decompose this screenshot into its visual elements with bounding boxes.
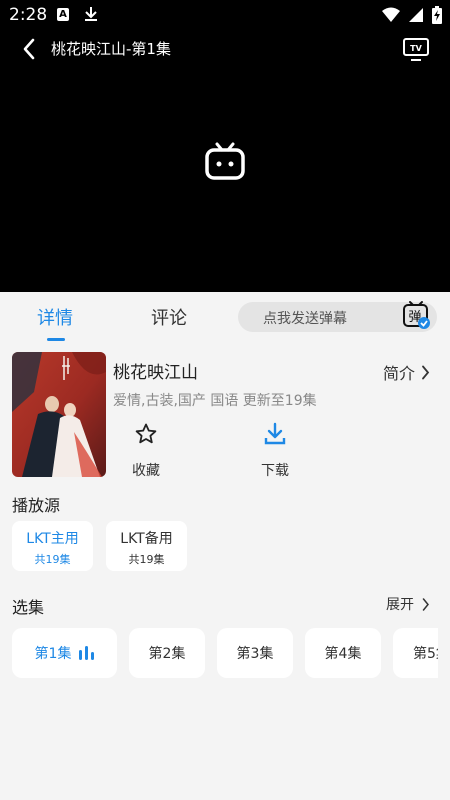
tv-icon-label: TV xyxy=(410,44,422,53)
cast-tv-button[interactable]: TV xyxy=(402,36,430,62)
episode-list[interactable]: 第1集 第2集 第3集 第4集 第5集 xyxy=(12,628,438,678)
active-tab-indicator xyxy=(47,338,65,341)
star-icon xyxy=(135,423,157,444)
status-bar: 2:28 A xyxy=(0,0,450,30)
favorite-button[interactable]: 收藏 xyxy=(126,422,166,480)
intro-label: 简介 xyxy=(382,364,415,383)
tab-detail[interactable]: 详情 xyxy=(37,304,73,330)
download-icon xyxy=(264,422,286,445)
episode-item-5[interactable]: 第5集 xyxy=(393,628,438,678)
episode-label: 第1集 xyxy=(34,646,72,662)
episode-label: 第3集 xyxy=(236,646,274,662)
source-name: LKT备用 xyxy=(120,531,173,547)
bilibili-tv-logo-icon xyxy=(205,142,245,180)
episode-item-3[interactable]: 第3集 xyxy=(217,628,293,678)
signal-icon xyxy=(409,8,423,22)
danmaku-placeholder: 点我发送弹幕 xyxy=(263,311,347,327)
tab-comments[interactable]: 评论 xyxy=(151,304,187,330)
episode-label: 第2集 xyxy=(148,646,186,662)
a-app-icon: A xyxy=(57,8,69,21)
episodes-title: 选集 xyxy=(12,598,45,617)
status-time: 2:28 xyxy=(9,5,48,25)
show-poster[interactable] xyxy=(12,352,106,477)
expand-episodes-button[interactable]: 展开 xyxy=(386,594,430,614)
source-option-primary[interactable]: LKT主用 共19集 xyxy=(12,521,93,571)
danmaku-input[interactable]: 点我发送弹幕 弹 xyxy=(238,300,437,332)
source-count: 共19集 xyxy=(34,553,71,566)
episode-label: 第5集 xyxy=(413,646,438,662)
episode-item-2[interactable]: 第2集 xyxy=(129,628,205,678)
chevron-left-icon xyxy=(23,38,35,60)
show-meta: 爱情,古装,国产 国语 更新至19集 xyxy=(113,393,317,409)
video-player[interactable]: 2:28 A 桃花映江山-第1集 TV xyxy=(0,0,450,292)
favorite-label: 收藏 xyxy=(132,463,160,479)
episode-item-4[interactable]: 第4集 xyxy=(305,628,381,678)
chevron-right-icon xyxy=(422,365,430,379)
wifi-icon xyxy=(382,7,400,22)
poster-image xyxy=(12,352,106,477)
tv-icon: TV xyxy=(403,38,429,61)
download-label: 下载 xyxy=(261,463,289,479)
sources-title: 播放源 xyxy=(12,496,61,515)
source-name: LKT主用 xyxy=(26,531,79,547)
video-title: 桃花映江山-第1集 xyxy=(51,40,171,58)
battery-icon xyxy=(432,6,442,24)
source-option-backup[interactable]: LKT备用 共19集 xyxy=(106,521,187,571)
source-count: 共19集 xyxy=(128,553,165,566)
download-status-icon xyxy=(85,7,97,21)
episode-item-1[interactable]: 第1集 xyxy=(12,628,117,678)
back-button[interactable] xyxy=(16,36,42,62)
episode-label: 第4集 xyxy=(324,646,362,662)
now-playing-icon xyxy=(79,646,95,660)
show-title: 桃花映江山 xyxy=(113,363,198,383)
intro-button[interactable]: 简介 xyxy=(383,360,430,384)
download-button[interactable]: 下载 xyxy=(255,422,295,480)
chevron-right-icon xyxy=(422,597,429,611)
expand-label: 展开 xyxy=(386,597,414,613)
danmaku-toggle-icon[interactable]: 弹 xyxy=(401,300,431,330)
